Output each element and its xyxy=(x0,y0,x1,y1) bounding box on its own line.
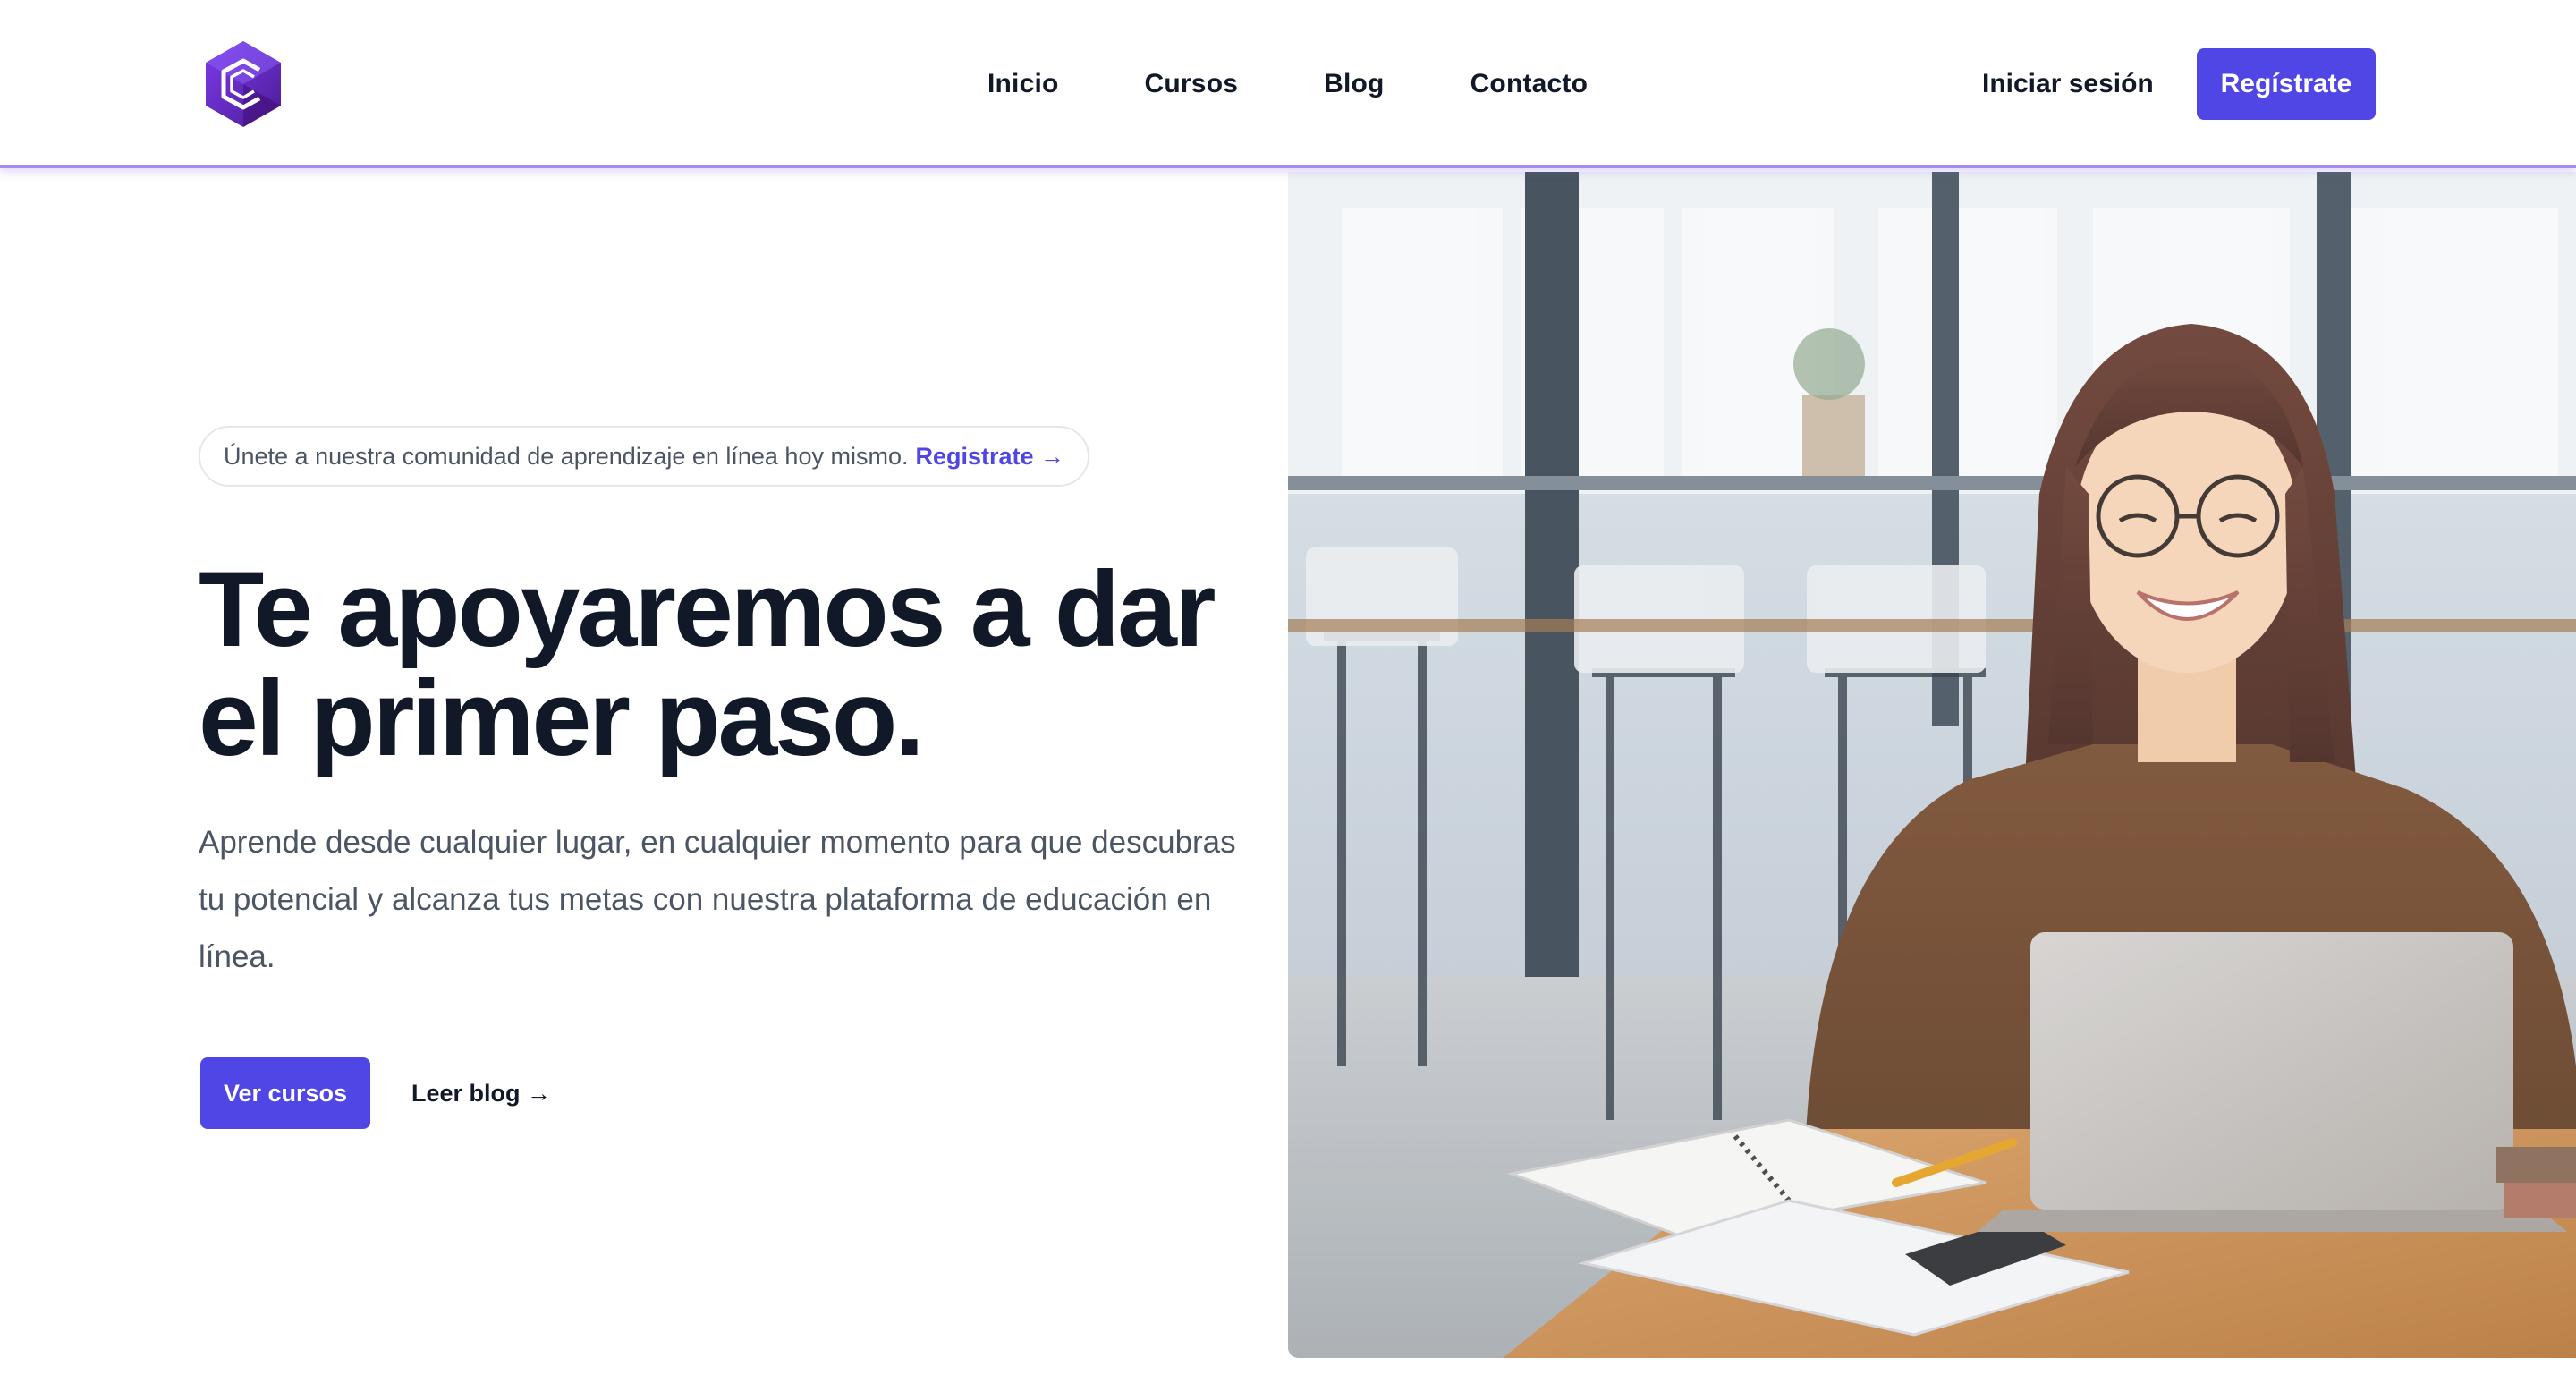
nav-link-cursos[interactable]: Cursos xyxy=(1145,69,1239,99)
hero-photo-student-laptop xyxy=(1288,172,2576,1358)
logo[interactable] xyxy=(202,39,284,129)
hero-subtitle: Aprende desde cualquier lugar, en cualqu… xyxy=(199,825,1236,974)
announcement-register-link[interactable]: Registrate → xyxy=(915,443,1064,471)
announcement-text: Únete a nuestra comunidad de aprendizaje… xyxy=(224,442,909,470)
nav-link-blog[interactable]: Blog xyxy=(1324,69,1384,99)
hero-title-line-2: el primer paso. xyxy=(199,658,925,778)
hero-photo-illustration xyxy=(1288,172,2576,1358)
announcement-pill: Únete a nuestra comunidad de aprendizaje… xyxy=(199,426,1090,487)
login-link[interactable]: Iniciar sesión xyxy=(1982,0,2154,168)
main-nav: Inicio Cursos Blog Contacto xyxy=(987,0,1588,168)
hero-title: Te apoyaremos a dar el primer paso. xyxy=(199,555,1272,773)
signup-button[interactable]: Regístrate xyxy=(2197,48,2376,120)
read-blog-link[interactable]: Leer blog → xyxy=(411,1057,551,1129)
site-header: Inicio Cursos Blog Contacto Iniciar sesi… xyxy=(0,0,2576,168)
nav-link-contacto[interactable]: Contacto xyxy=(1470,69,1589,99)
hexagon-c-logo-icon xyxy=(206,41,281,127)
view-courses-button[interactable]: Ver cursos xyxy=(200,1057,370,1129)
hero-title-line-1: Te apoyaremos a dar xyxy=(199,549,1216,669)
nav-link-inicio[interactable]: Inicio xyxy=(987,69,1059,99)
